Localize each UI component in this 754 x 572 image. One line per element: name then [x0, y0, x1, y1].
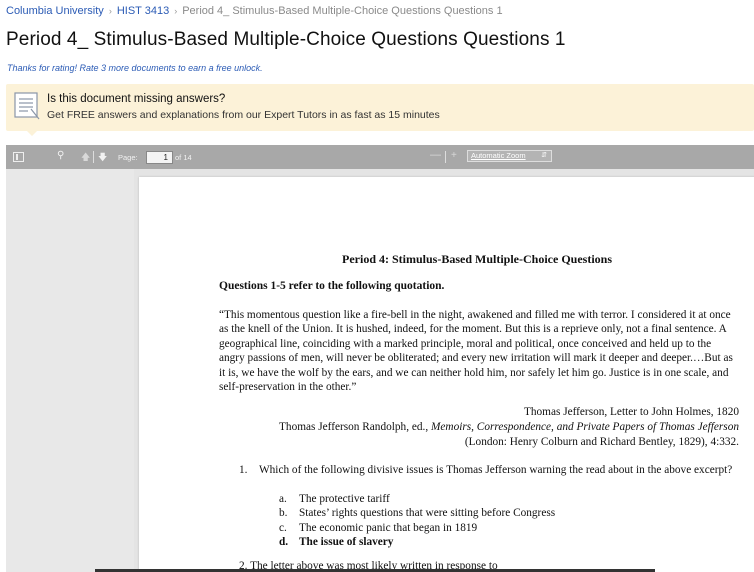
- pdf-sidebar-pane: [6, 169, 134, 572]
- choice-d: d. The issue of slavery: [279, 535, 394, 548]
- caret-icon: ⇵: [541, 152, 547, 159]
- sidebar-toggle-icon[interactable]: [13, 152, 24, 162]
- document-lines-icon: [14, 92, 40, 120]
- document-refer-text: Questions 1-5 refer to the following quo…: [219, 280, 445, 292]
- banner-subtext: Get FREE answers and explanations from o…: [47, 109, 440, 121]
- attribution-line: (London: Henry Colburn and Richard Bentl…: [464, 436, 739, 448]
- rating-note: Thanks for rating! Rate 3 more documents…: [7, 63, 263, 73]
- search-icon[interactable]: ⚲: [57, 150, 64, 161]
- plus-icon[interactable]: +: [451, 150, 457, 161]
- minus-icon[interactable]: —: [430, 149, 441, 161]
- document-heading: Period 4: Stimulus-Based Multiple-Choice…: [342, 252, 613, 266]
- attribution-line: Thomas Jefferson, Letter to John Holmes,…: [523, 406, 739, 418]
- missing-answers-banner[interactable]: Is this document missing answers? Get FR…: [6, 84, 754, 136]
- breadcrumb-course-link[interactable]: HIST 3413: [117, 5, 169, 17]
- zoom-select[interactable]: Automatic Zoom ⇵: [467, 150, 552, 162]
- zoom-select-label: Automatic Zoom: [471, 151, 526, 160]
- page-count-label: of 14: [175, 153, 192, 162]
- pdf-page: Period 4: Stimulus-Based Multiple-Choice…: [139, 177, 754, 572]
- attribution-prefix: Thomas Jefferson Randolph, ed.,: [279, 421, 431, 433]
- page-title: Period 4_ Stimulus-Based Multiple-Choice…: [6, 29, 566, 50]
- question-1: 1. Which of the following divisive issue…: [239, 463, 739, 477]
- toolbar-divider: [93, 151, 94, 163]
- banner-pointer: [26, 130, 38, 136]
- choice-a: a. The protective tariff: [279, 493, 390, 505]
- breadcrumb-school-link[interactable]: Columbia University: [6, 5, 104, 17]
- question-number: 1.: [239, 464, 248, 476]
- attribution-line: Thomas Jefferson Randolph, ed., Memoirs,…: [279, 421, 739, 433]
- toolbar-divider: [445, 151, 446, 163]
- choice-c: c. The economic panic that began in 1819: [279, 521, 478, 534]
- breadcrumb-separator-icon: ›: [174, 6, 178, 16]
- page-number-input[interactable]: [146, 151, 173, 164]
- arrow-up-icon[interactable]: 🡅: [81, 150, 90, 166]
- arrow-down-icon[interactable]: 🡇: [98, 150, 107, 166]
- breadcrumb-current: Period 4_ Stimulus-Based Multiple-Choice…: [182, 5, 503, 17]
- page-label: Page:: [118, 153, 138, 162]
- choice-b: b. States’ rights questions that were sit…: [279, 507, 556, 520]
- question-1-choices: a. The protective tariff b. States’ rights…: [279, 492, 555, 549]
- pdf-viewer[interactable]: ⚲ 🡅 🡇 Page: of 14 — + Automatic Zoom ⇵ P…: [6, 145, 754, 572]
- pdf-toolbar: ⚲ 🡅 🡇 Page: of 14 — + Automatic Zoom ⇵: [6, 145, 754, 169]
- banner-question: Is this document missing answers?: [47, 93, 226, 105]
- question-text: Which of the following divisive issues i…: [259, 464, 733, 476]
- breadcrumb: Columbia University › HIST 3413 › Period 4_ …: [6, 5, 503, 17]
- document-quote: “This momentous question like a fire-bel…: [219, 309, 733, 394]
- attribution-title: Memoirs, Correspondence, and Private Pap…: [430, 421, 739, 433]
- breadcrumb-separator-icon: ›: [108, 6, 112, 16]
